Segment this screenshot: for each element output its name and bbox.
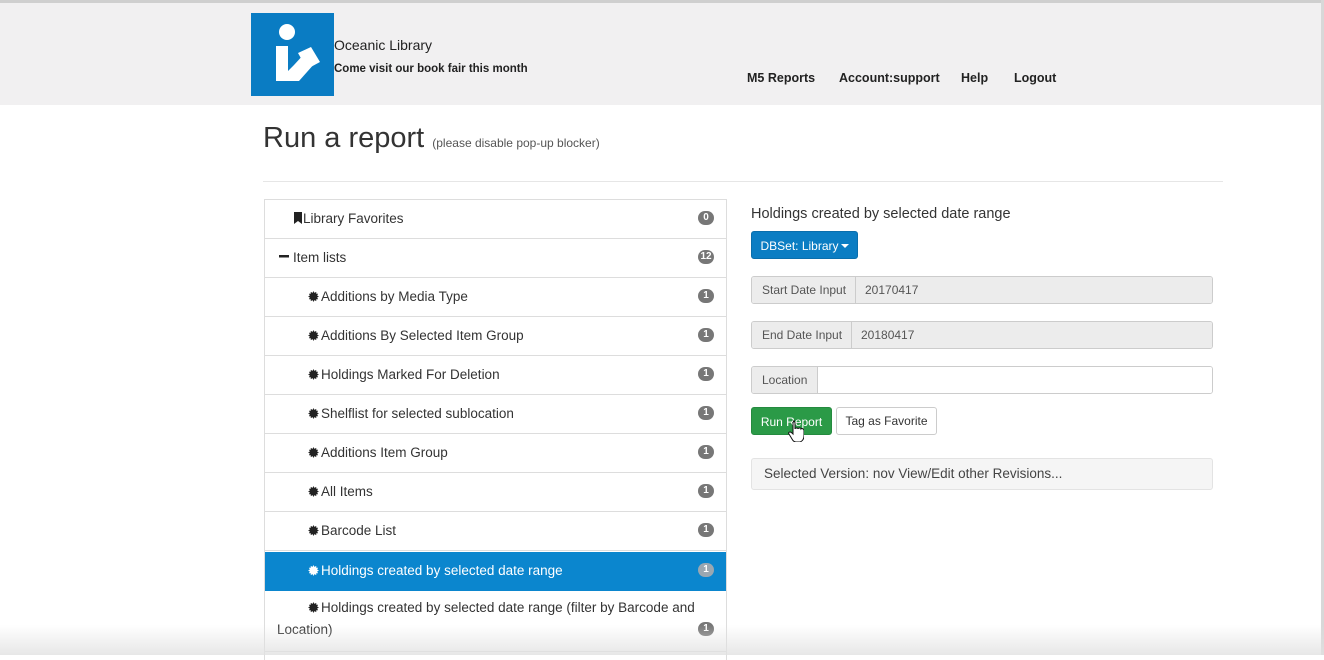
count-badge: 1 [698, 563, 714, 577]
gear-icon [308, 447, 319, 458]
count-badge: 1 [698, 289, 714, 303]
report-item-additions-item-group[interactable]: Additions Item Group 1 [265, 434, 726, 473]
list-item-label: Additions by Media Type [321, 289, 468, 304]
start-date-group: Start Date Input 20170417 [751, 276, 1213, 304]
hand-cursor-icon [788, 420, 804, 442]
nav-logout[interactable]: Logout [1014, 71, 1056, 85]
start-date-label: Start Date Input [752, 277, 856, 303]
list-item-label: Holdings created by selected date range [321, 563, 563, 578]
list-item-library-favorites[interactable]: Library Favorites 0 [265, 200, 726, 239]
list-item-label: Additions By Selected Item Group [321, 328, 524, 343]
tag-as-favorite-button[interactable]: Tag as Favorite [836, 407, 937, 435]
location-input[interactable] [818, 367, 1212, 393]
count-badge: 1 [698, 406, 714, 420]
gear-icon [308, 291, 319, 302]
report-item-additions-by-selected-item-group[interactable]: Additions By Selected Item Group 1 [265, 317, 726, 356]
gear-icon [308, 408, 319, 419]
count-badge: 1 [698, 445, 714, 459]
gear-icon [308, 369, 319, 380]
report-title: Holdings created by selected date range [751, 206, 1011, 222]
library-tagline: Come visit our book fair this month [334, 63, 528, 75]
caret-down-icon [840, 244, 849, 248]
end-date-group: End Date Input 20180417 [751, 321, 1213, 349]
count-badge: 1 [698, 367, 714, 381]
count-badge: 1 [698, 523, 714, 537]
list-item-label: Holdings Marked For Deletion [321, 367, 500, 382]
site-header [0, 3, 1321, 105]
count-badge: 1 [698, 484, 714, 498]
report-list: Library Favorites 0 Item lists 12 Additi… [264, 199, 727, 660]
list-item-label: Additions Item Group [321, 445, 448, 460]
gear-icon [308, 486, 319, 497]
count-badge: 1 [698, 328, 714, 342]
report-item-shelflist[interactable]: Shelflist for selected sublocation 1 [265, 395, 726, 434]
nav-help[interactable]: Help [961, 71, 988, 85]
report-item-additions-by-media-type[interactable]: Additions by Media Type 1 [265, 278, 726, 317]
page-title-text: Run a report [263, 122, 425, 154]
nav-m5-reports[interactable]: M5 Reports [747, 71, 815, 85]
bookmark-icon [294, 212, 302, 224]
report-item-all-items[interactable]: All Items 1 [265, 473, 726, 512]
reader-icon [276, 24, 320, 81]
title-divider [263, 181, 1223, 182]
nav-account[interactable]: Account:support [839, 71, 940, 85]
list-item-label: Barcode List [321, 523, 397, 538]
location-label: Location [752, 367, 818, 393]
dbset-label: DBSet: Library [760, 239, 839, 253]
gear-icon [308, 565, 319, 576]
end-date-label: End Date Input [752, 322, 852, 348]
list-item-item-lists[interactable]: Item lists 12 [265, 239, 726, 278]
selected-version-bar[interactable]: Selected Version: nov View/Edit other Re… [751, 458, 1213, 490]
list-item-label: Library Favorites [303, 211, 404, 226]
report-item-holdings-marked-for-deletion[interactable]: Holdings Marked For Deletion 1 [265, 356, 726, 395]
count-badge: 0 [698, 211, 714, 225]
count-badge: 12 [698, 250, 714, 264]
list-item-label: Item lists [293, 250, 347, 265]
selected-version-text: Selected Version: nov View/Edit other Re… [764, 466, 1063, 481]
report-item-holdings-by-date-range[interactable]: Holdings created by selected date range … [265, 552, 726, 591]
list-item-label: Shelflist for selected sublocation [321, 406, 514, 421]
gear-icon [308, 602, 319, 613]
gear-icon [308, 330, 319, 341]
start-date-input[interactable]: 20170417 [856, 277, 1212, 303]
list-item-label: All Items [321, 484, 373, 499]
end-date-input[interactable]: 20180417 [852, 322, 1212, 348]
gear-icon [308, 525, 319, 536]
library-name: Oceanic Library [334, 37, 433, 53]
dbset-dropdown-button[interactable]: DBSet: Library [751, 231, 858, 259]
library-logo[interactable] [251, 13, 334, 96]
location-group: Location [751, 366, 1213, 394]
bottom-fade [0, 625, 1324, 655]
minus-icon[interactable] [279, 251, 289, 261]
page-title-note: (please disable pop-up blocker) [432, 136, 600, 150]
report-item-barcode-list[interactable]: Barcode List 1 [265, 512, 726, 551]
page-title: Run a report (please disable pop-up bloc… [263, 122, 600, 155]
